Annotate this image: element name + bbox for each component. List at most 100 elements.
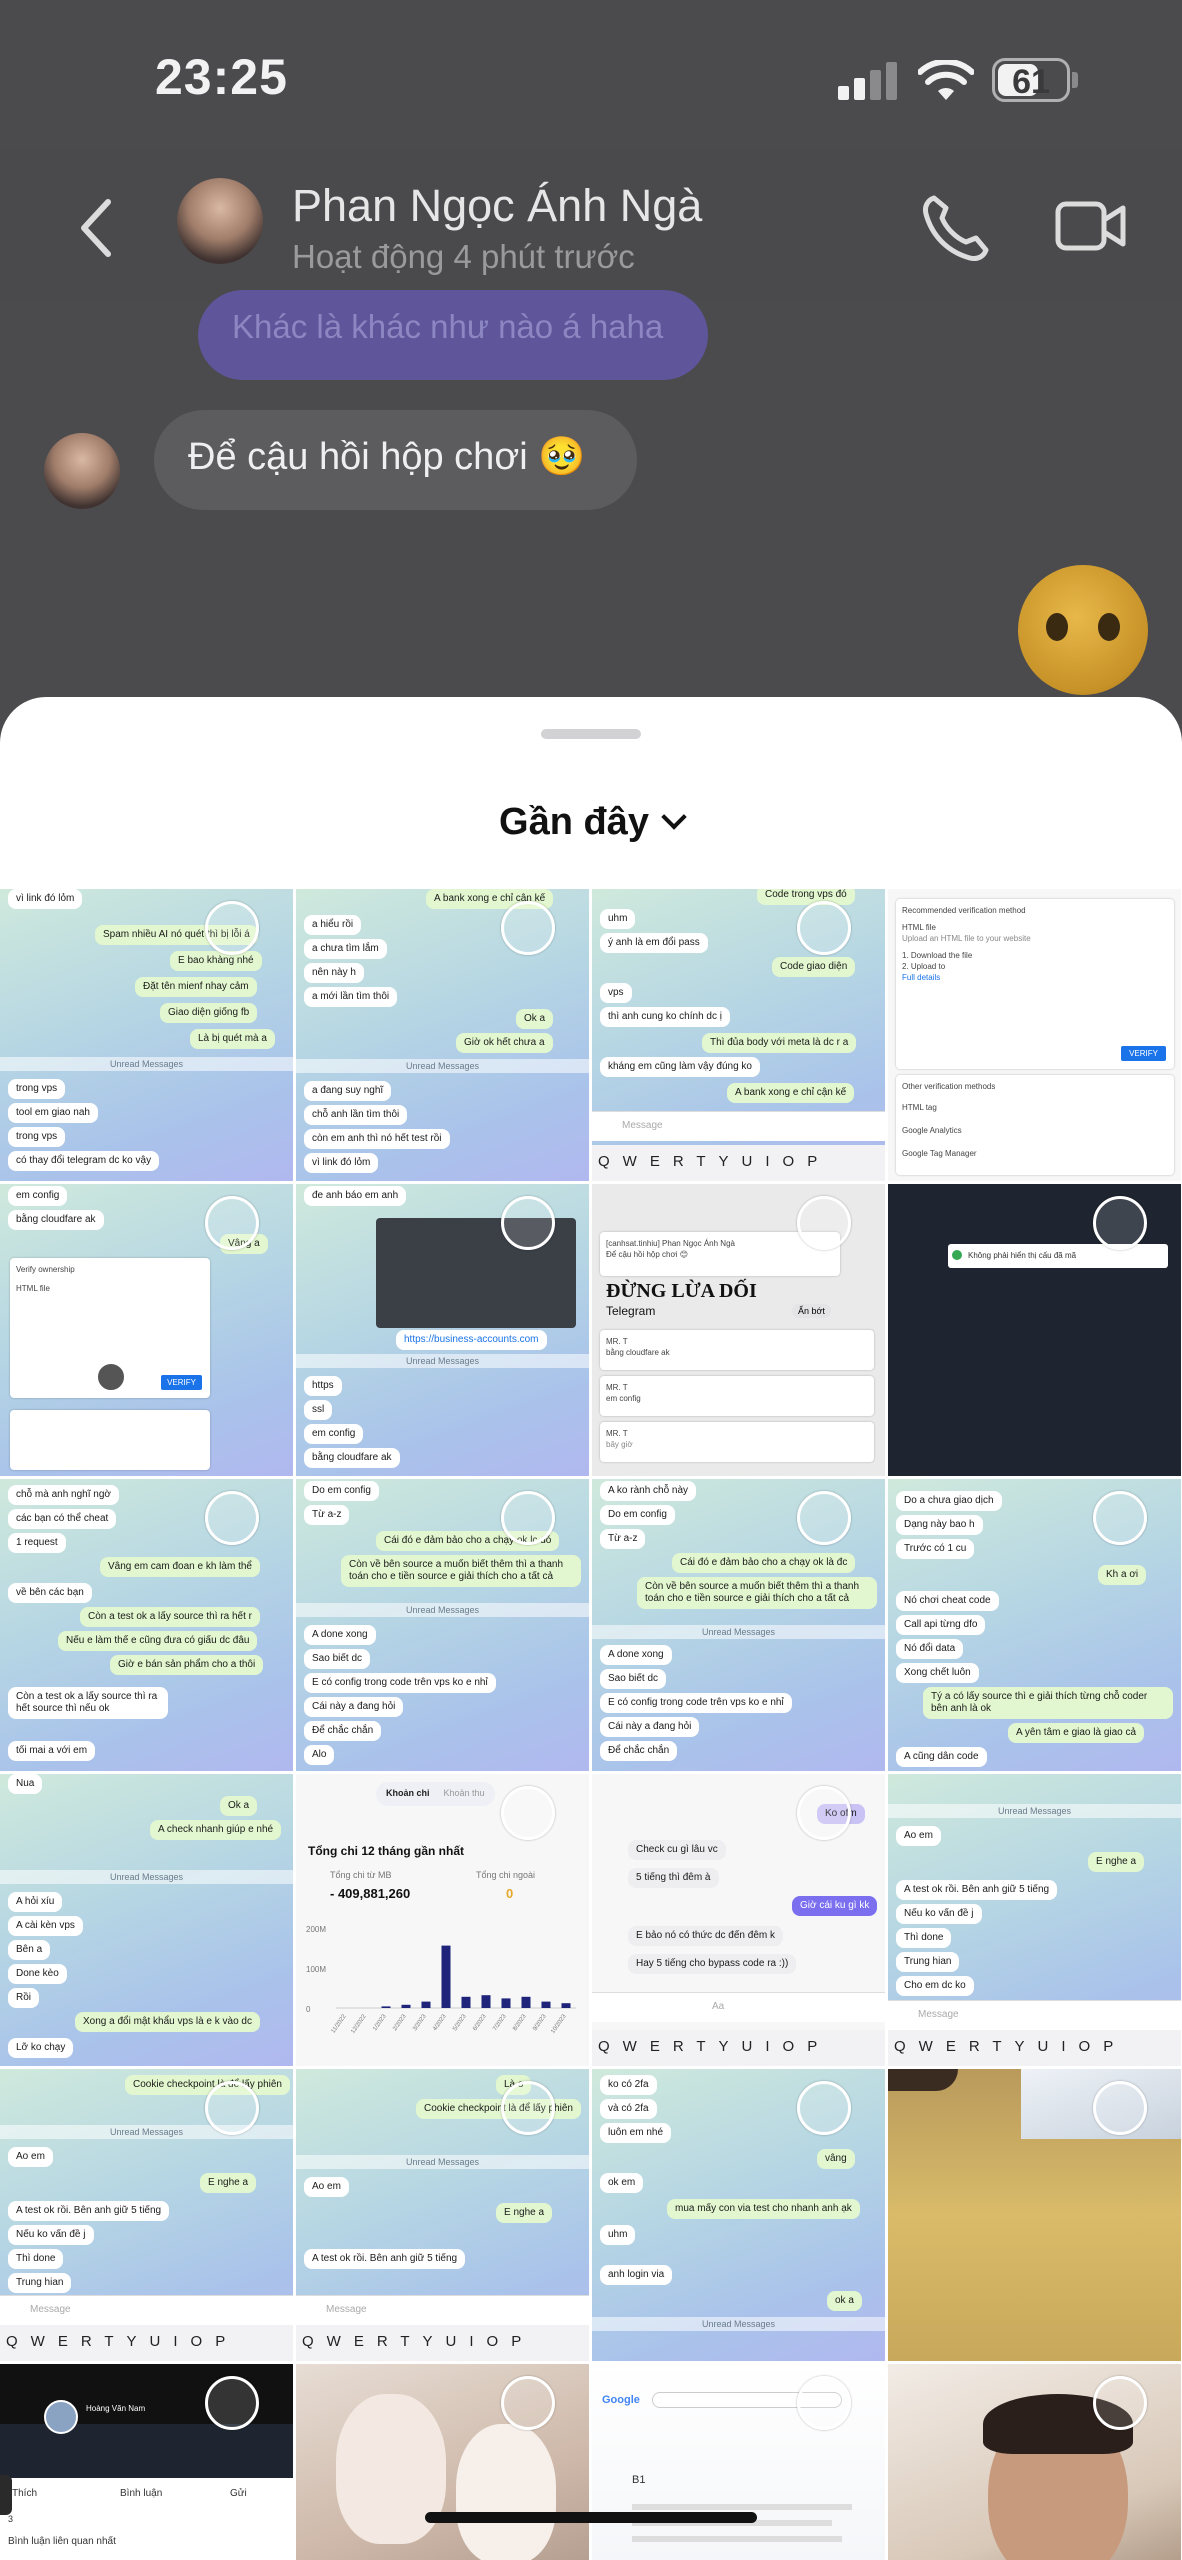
select-circle[interactable] [205,2376,259,2430]
received-message-bubble[interactable]: Để cậu hồi hộp chơi 🥹 [154,410,637,510]
select-circle[interactable] [1093,2081,1147,2135]
chat-message: E có config trong code trên vps ko e nhỉ [304,1673,496,1693]
photo-thumbnail[interactable] [296,2364,589,2560]
photo-thumbnail[interactable]: em config bằng cloudfare ak Vâng a Verif… [0,1184,293,1476]
chat-message: Nếu ko vấn đề j [8,2225,94,2245]
photo-thumbnail[interactable]: Là o Cookie checkpoint là để lấy phiên U… [296,2069,589,2361]
photo-thumbnail[interactable]: Do em config Từ a-z Cái đó e đảm bảo cho… [296,1479,589,1771]
chat-message: Trước có 1 cu [896,1539,975,1559]
chat-message: Thì done [896,1928,952,1948]
message-input: Message [592,1111,885,1141]
chat-message: A done xong [600,1645,672,1665]
chat-message: ssl [304,1400,333,1420]
photo-thumbnail[interactable]: A bank xong e chỉ cận kế a hiểu rồi a ch… [296,889,589,1181]
photo-thumbnail[interactable]: Ko ofm Check cu gì lâu vc 5 tiếng thì đê… [592,1774,885,2066]
select-circle[interactable] [1093,2376,1147,2430]
chat-message: Do a chưa giao dịch [896,1491,1002,1511]
select-circle[interactable] [797,1196,851,1250]
avatar [44,2400,78,2434]
keyboard: QWERTYUIOP [0,2325,293,2361]
photo-thumbnail[interactable]: Unread Messages Ao em E nghe a A test ok… [888,1774,1181,2066]
photo-thumbnail[interactable]: [canhsat.tinhiu] Phan Ngọc Ánh Ngà Để cậ… [592,1184,885,1476]
select-circle[interactable] [1093,1491,1147,1545]
sheet-grabber[interactable] [541,729,641,739]
panel-text: Google Analytics [902,1126,962,1135]
photo-thumbnail[interactable] [888,2364,1181,2560]
select-circle[interactable] [501,901,555,955]
select-circle[interactable] [797,1786,851,1840]
pleading-face-emoji-message[interactable] [1018,565,1148,695]
select-circle[interactable] [501,2376,555,2430]
chart-bar [561,2003,571,2008]
photo-thumbnail[interactable]: Nua Ok a A check nhanh giúp e nhé Unread… [0,1774,293,2066]
photo-thumbnail[interactable]: đe anh báo em anh https://business-accou… [296,1184,589,1476]
photo-thumbnail[interactable]: Cookie checkpoint là để lấy phiên Unread… [0,2069,293,2361]
select-circle[interactable] [501,1196,555,1250]
photo-thumbnail[interactable]: vì link đó lỏm Spam nhiều AI nó quét thì… [0,889,293,1181]
chat-message: tool em giao nah [8,1103,98,1123]
contact-avatar[interactable] [177,178,263,264]
x-tick-label: 8/2023 [512,2013,528,2032]
x-tick-label: 10/2023 [550,2013,568,2035]
chat-message: ok a [827,2291,862,2311]
photo-thumbnail[interactable] [888,2069,1181,2361]
photo-thumbnail[interactable]: Do a chưa giao dịch Dạng này bao h Trước… [888,1479,1181,1771]
keyboard: QWERTYUIOP [592,2030,885,2066]
chat-message: A test ok rồi. Bên anh giữ 5 tiếng [8,2201,170,2221]
photo-thumbnail[interactable]: Recommended verification method HTML fil… [888,889,1181,1181]
chat-message: kháng em cũng làm vậy đúng ko [600,1057,760,1077]
chat-message: A bank xong e chỉ cận kế [727,1083,855,1103]
photo-thumbnail[interactable]: Google B1 [592,2364,885,2560]
photo-thumbnail[interactable]: Hoàng Văn Nam Thích Bình luận Gửi 3 Bình… [0,2364,293,2560]
chat-message: Lỡ ko chạy [8,2038,74,2058]
select-circle[interactable] [205,901,259,955]
panel-text: Full details [902,973,941,982]
chat-message: về bên các bạn [8,1583,92,1603]
chart-bar [541,2001,551,2008]
back-chevron-icon[interactable] [76,198,116,258]
chat-message: Giờ e bán sản phẩm cho a thôi [110,1655,264,1675]
video-call-icon[interactable] [1055,198,1127,254]
home-indicator[interactable] [425,2512,757,2523]
battery-tip [1072,72,1078,88]
notification-body: Để cậu hồi hộp chơi 😊 [606,1250,689,1259]
photo-grid: vì link đó lỏm Spam nhiều AI nó quét thì… [0,889,1182,2560]
select-circle[interactable] [797,2081,851,2135]
sent-message-bubble[interactable]: Khác là khác như nào á haha [198,290,708,380]
notification-body: bằng cloudfare ak [606,1348,670,1357]
photo-thumbnail[interactable]: ko có 2fa và có 2fa luôn em nhé vâng ok … [592,2069,885,2361]
album-selector[interactable]: Gần đây [0,801,1182,844]
photo-thumbnail[interactable]: Code trong vps đó uhm ý anh là em đổi pa… [592,889,885,1181]
select-circle[interactable] [1093,1196,1147,1250]
panel-text: HTML file [902,923,936,932]
chat-message: Ao em [304,2177,349,2197]
select-circle[interactable] [797,2376,851,2430]
select-circle[interactable] [205,1491,259,1545]
chat-message: A yên tâm e giao là giao cả [1008,1723,1145,1743]
verification-panel: Recommended verification method HTML fil… [896,899,1174,1069]
chat-message: tối mai a với em [8,1741,96,1761]
select-circle[interactable] [797,1491,851,1545]
select-circle[interactable] [205,2081,259,2135]
select-circle[interactable] [501,2081,555,2135]
select-circle[interactable] [797,901,851,955]
chat-message: Bên a [8,1940,51,1960]
select-circle[interactable] [205,1196,259,1250]
chat-message: Code giao diện [772,957,856,977]
side-handle[interactable] [0,2475,12,2515]
photo-thumbnail[interactable]: A ko rành chỗ này Do em config Từ a-z Cá… [592,1479,885,1771]
select-circle[interactable] [501,1786,555,1840]
notification-item: MR. T bằng cloudfare ak [600,1330,874,1370]
unread-divider: Unread Messages [0,1870,293,1884]
chat-message: vps [600,983,632,1003]
photo-thumbnail[interactable]: Không phải hiển thị cấu đã mã [888,1184,1181,1476]
photo-thumbnail[interactable]: Khoản chi Khoản thu Tổng chi 12 tháng gần… [296,1774,589,2066]
notification-sender: MR. T [606,1383,628,1392]
contact-name[interactable]: Phan Ngọc Ánh Ngà [292,180,702,232]
panel-text: Verify ownership [16,1265,75,1274]
comment-button: Bình luận [120,2488,163,2499]
phone-call-icon[interactable] [920,192,992,264]
photo-thumbnail[interactable]: chỗ mà anh nghĩ ngờ các bạn có thể cheat… [0,1479,293,1771]
x-tick-label: 5/2023 [452,2013,468,2032]
select-circle[interactable] [501,1491,555,1545]
